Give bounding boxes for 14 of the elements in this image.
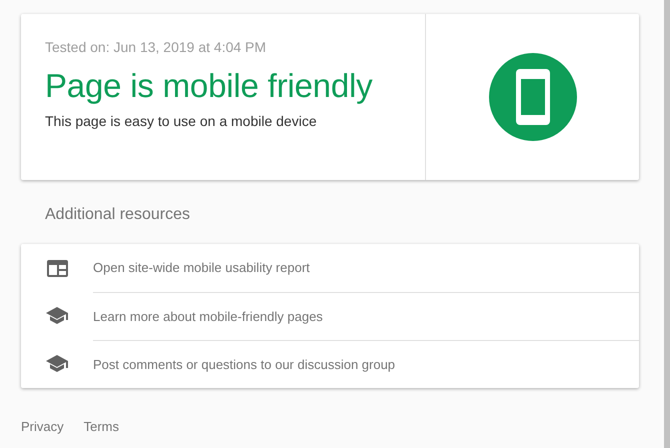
mobile-phone-icon — [488, 53, 576, 141]
footer-link[interactable]: Terms — [84, 419, 120, 434]
test-timestamp: Tested on: Jun 13, 2019 at 4:04 PM — [45, 39, 268, 55]
resource-link[interactable]: Learn more about mobile-friendly pages — [93, 292, 639, 340]
result-title: Page is mobile friendly — [45, 67, 374, 105]
resource-link[interactable]: Open site-wide mobile usability report — [93, 244, 639, 292]
report-icon — [46, 260, 68, 276]
section-heading: Additional resources — [45, 206, 191, 225]
scrollbar[interactable] — [664, 0, 670, 448]
resource-link[interactable]: Post comments or questions to our discussion group — [93, 340, 639, 388]
footer-link[interactable]: Privacy — [21, 419, 64, 434]
result-description: This page is easy to use on a mobile device — [45, 113, 318, 129]
graduation-cap-icon — [46, 355, 68, 373]
graduation-cap-icon — [46, 307, 68, 325]
